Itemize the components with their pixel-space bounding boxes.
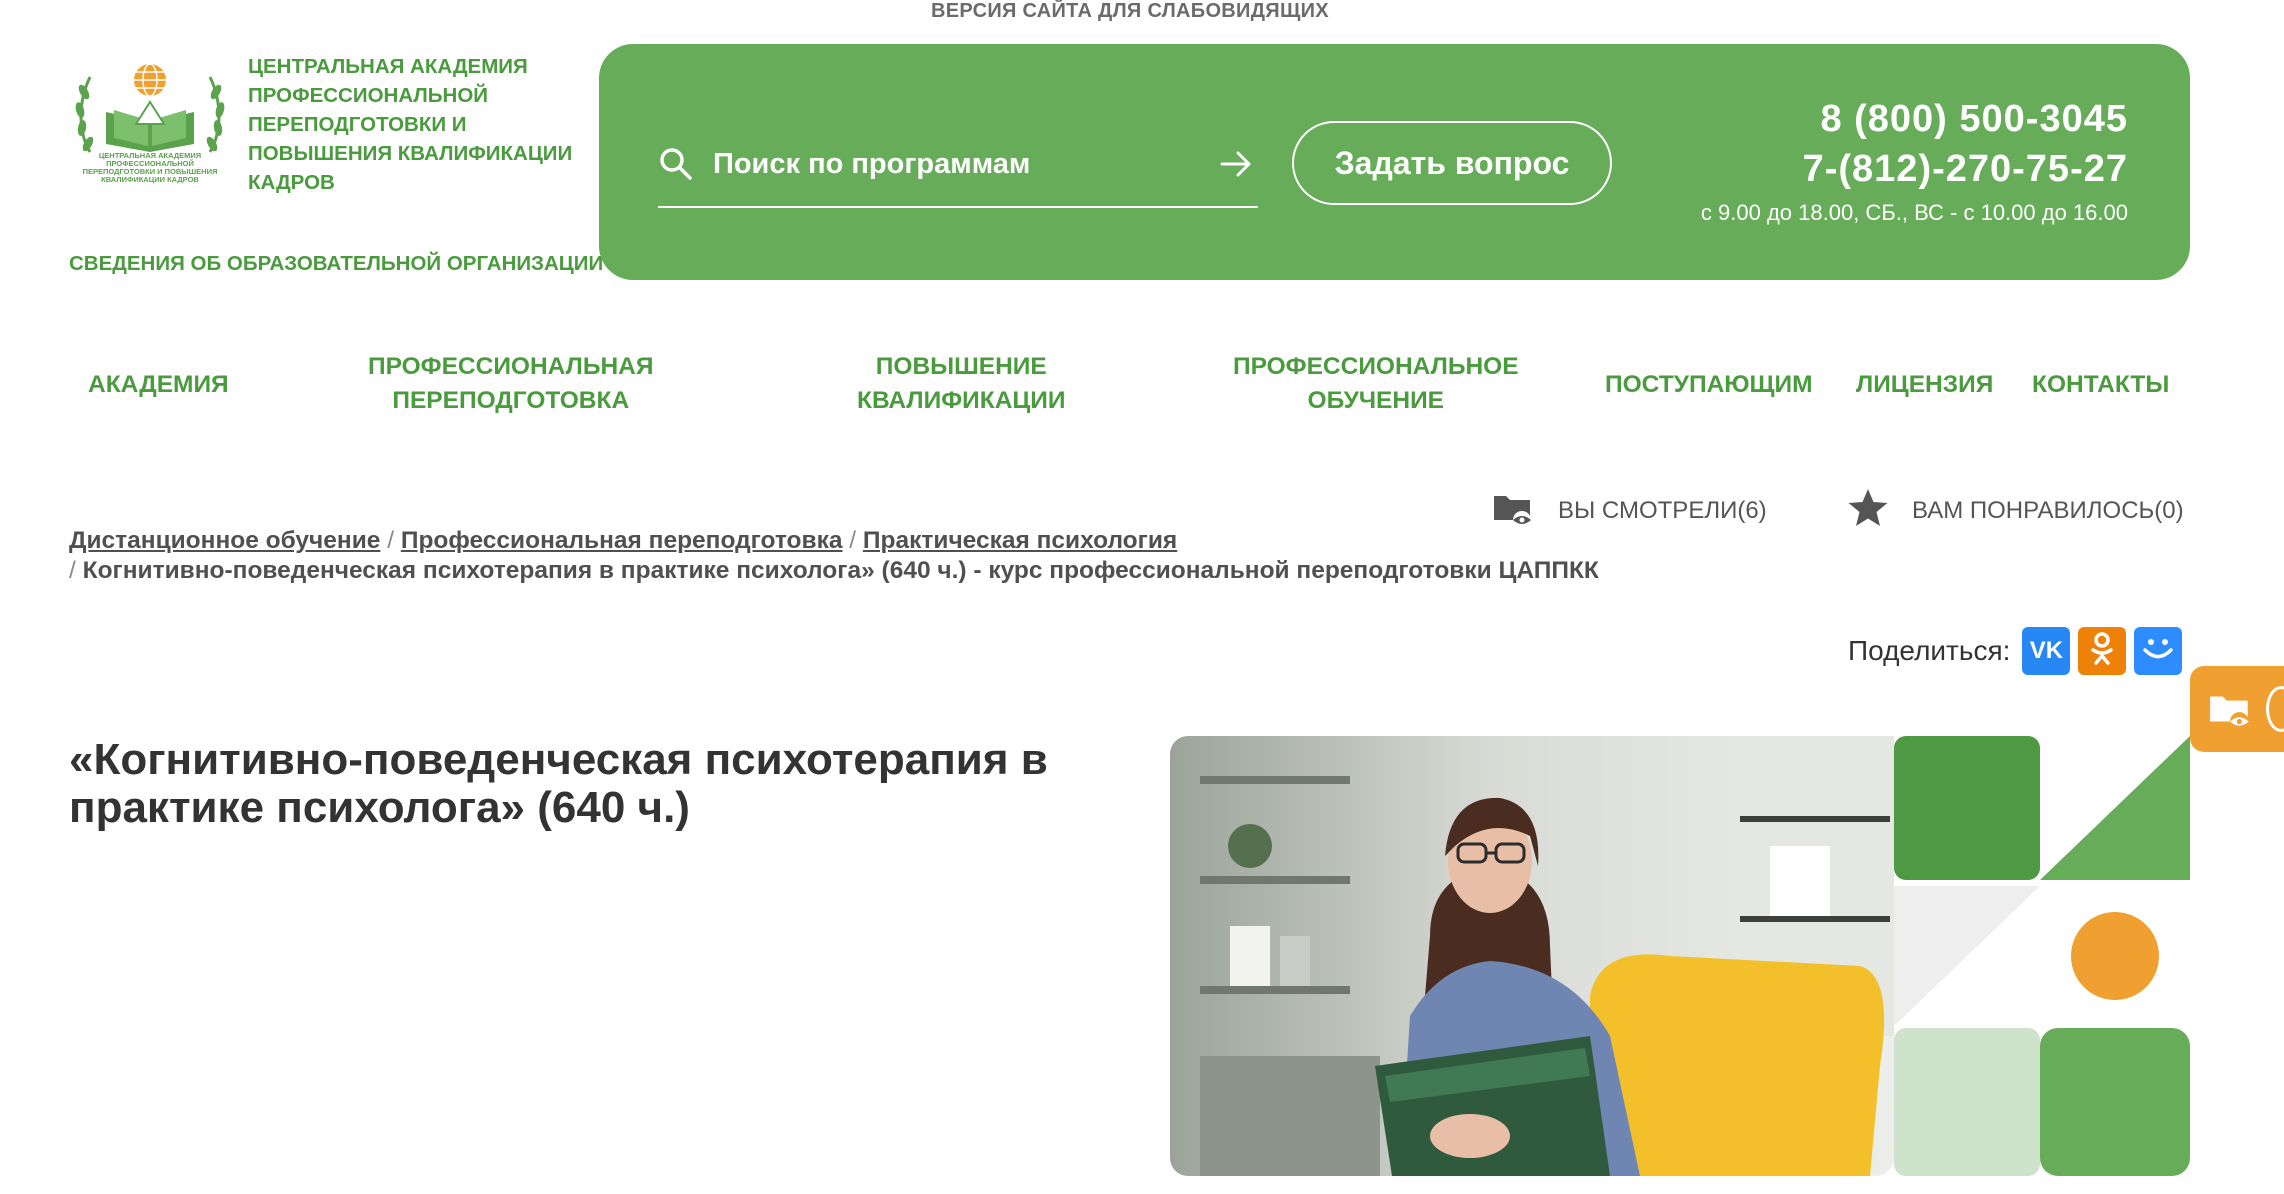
share-mailru-button[interactable]: [2134, 627, 2183, 675]
side-tab-ring: [2266, 686, 2284, 732]
breadcrumb-separator: /: [387, 527, 395, 554]
arrow-right-icon[interactable]: [1218, 146, 1254, 182]
liked-count-label: ВАМ ПОНРАВИЛОСЬ(0): [1912, 497, 2184, 524]
ask-question-button[interactable]: Задать вопрос: [1292, 121, 1612, 205]
nav-license[interactable]: ЛИЦЕНЗИЯ: [1856, 368, 1993, 402]
course-hero-image: [1170, 736, 2190, 1176]
odnoklassniki-icon: [2087, 630, 2117, 673]
vk-icon: VK: [2029, 637, 2064, 664]
nav-professional-retraining[interactable]: ПРОФЕССИОНАЛЬНАЯ ПЕРЕПОДГОТОВКА: [368, 350, 653, 418]
breadcrumb-separator: /: [69, 557, 76, 584]
folder-eye-icon: [2208, 686, 2254, 737]
academy-logo[interactable]: ЦЕНТРАЛЬНАЯ АКАДЕМИЯ ПРОФЕССИОНАЛЬНОЙ ПЕ…: [70, 52, 230, 192]
nav-qualification-upgrade[interactable]: ПОВЫШЕНИЕ КВАЛИФИКАЦИИ: [857, 350, 1066, 418]
low-vision-version-link[interactable]: ВЕРСИЯ САЙТА ДЛЯ СЛАБОВИДЯЩИХ: [0, 0, 2260, 26]
nav-contacts[interactable]: КОНТАКТЫ: [2032, 368, 2169, 402]
nav-professional-training[interactable]: ПРОФЕССИОНАЛЬНОЕ ОБУЧЕНИЕ: [1233, 350, 1519, 418]
logo-caption-line-4: КВАЛИФИКАЦИИ КАДРОВ: [101, 175, 199, 184]
search-input[interactable]: Поиск по программам: [713, 148, 1030, 181]
phone-number-2[interactable]: 7-(812)-270-75-27: [1701, 144, 2128, 194]
share-block: Поделиться: VK: [1848, 627, 2183, 675]
star-icon: [1846, 486, 1890, 537]
organization-name[interactable]: ЦЕНТРАЛЬНАЯ АКАДЕМИЯ ПРОФЕССИОНАЛЬНОЙ ПЕ…: [248, 52, 588, 197]
breadcrumb-separator: /: [849, 527, 857, 554]
page-title: «Когнитивно-поведенческая психотерапия в…: [69, 735, 1048, 832]
phone-number-1[interactable]: 8 (800) 500-3045: [1701, 94, 2128, 144]
nav-academy[interactable]: АКАДЕМИЯ: [88, 368, 229, 402]
working-hours: с 9.00 до 18.00, СБ., ВС - с 10.00 до 16…: [1700, 200, 2128, 225]
viewed-side-tab[interactable]: [2190, 666, 2284, 752]
search-icon: [658, 146, 694, 182]
breadcrumb-item-distance-learning[interactable]: Дистанционное обучение: [69, 527, 380, 554]
breadcrumb-item-professional-retraining[interactable]: Профессиональная переподготовка: [401, 527, 843, 554]
nav-applicants[interactable]: ПОСТУПАЮЩИМ: [1605, 368, 1813, 402]
search-field[interactable]: Поиск по программам: [658, 132, 1258, 208]
share-vk-button[interactable]: VK: [2022, 627, 2071, 675]
breadcrumb-current: Когнитивно-поведенческая психотерапия в …: [82, 557, 1599, 584]
breadcrumb: Дистанционное обучение / Профессиональна…: [69, 526, 1629, 586]
viewed-count-label: ВЫ СМОТРЕЛИ(6): [1558, 497, 1767, 524]
breadcrumb-item-practical-psychology[interactable]: Практическая психология: [863, 527, 1177, 554]
organization-info-link[interactable]: СВЕДЕНИЯ ОБ ОБРАЗОВАТЕЛЬНОЙ ОРГАНИЗАЦИИ: [69, 252, 603, 276]
share-label: Поделиться:: [1848, 635, 2011, 666]
contact-phones: 8 (800) 500-3045 7-(812)-270-75-27 с 9.0…: [1701, 94, 2128, 232]
share-ok-button[interactable]: [2078, 627, 2127, 675]
liked-courses-link[interactable]: ВАМ ПОНРАВИЛОСЬ(0): [1846, 488, 2184, 534]
mailru-icon: [2141, 633, 2175, 670]
